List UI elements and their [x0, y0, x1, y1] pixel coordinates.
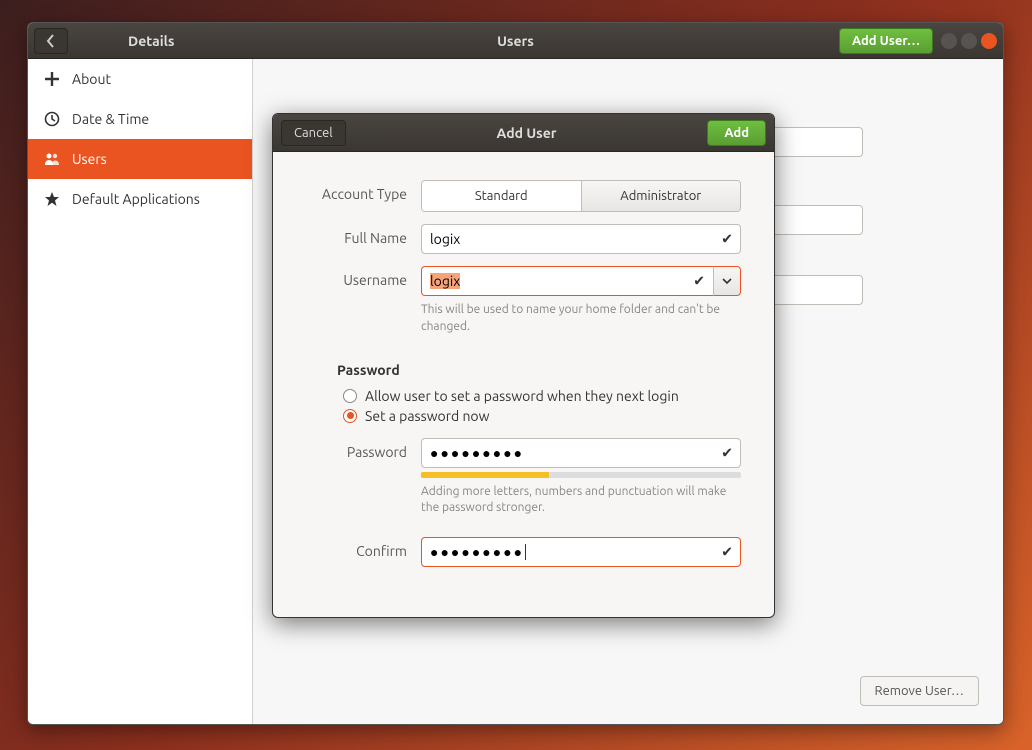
username-dropdown-button[interactable]	[713, 266, 741, 296]
dialog-header: Cancel Add User Add	[273, 114, 774, 152]
remove-user-button[interactable]: Remove User…	[860, 676, 980, 706]
confirm-password-input[interactable]: ●●●●●●●●●	[421, 537, 741, 567]
sidebar-item-about[interactable]: About	[28, 59, 252, 99]
text-cursor	[525, 544, 526, 560]
account-type-toggle: Standard Administrator	[421, 180, 741, 212]
add-button[interactable]: Add	[707, 120, 766, 146]
star-icon	[44, 191, 60, 207]
username-label: Username	[301, 266, 421, 288]
username-input[interactable]: logix	[421, 266, 713, 296]
sidebar-item-date-time[interactable]: Date & Time	[28, 99, 252, 139]
full-name-input[interactable]	[421, 224, 741, 254]
password-note: Adding more letters, numbers and punctua…	[421, 484, 741, 518]
header-title-left: Details	[128, 33, 174, 49]
back-button[interactable]	[34, 28, 68, 54]
radio-label: Set a password now	[365, 408, 489, 424]
account-type-standard[interactable]: Standard	[422, 181, 581, 211]
radio-password-now[interactable]: Set a password now	[343, 408, 746, 424]
username-combo: logix ✔	[421, 266, 741, 296]
cancel-button[interactable]: Cancel	[281, 120, 346, 146]
close-icon[interactable]	[981, 33, 997, 49]
chevron-down-icon	[722, 276, 732, 286]
users-icon	[44, 151, 60, 167]
dialog-title: Add User	[497, 125, 557, 141]
password-strength-bar	[421, 472, 741, 478]
account-type-label: Account Type	[301, 180, 421, 202]
sidebar-item-default-apps[interactable]: Default Applications	[28, 179, 252, 219]
check-icon: ✔	[693, 273, 705, 290]
add-user-header-button[interactable]: Add User…	[839, 28, 933, 54]
account-type-admin[interactable]: Administrator	[581, 181, 741, 211]
sidebar-item-users[interactable]: Users	[28, 139, 252, 179]
minimize-icon[interactable]	[941, 33, 957, 49]
add-user-dialog: Cancel Add User Add Account Type Standar…	[272, 113, 775, 618]
clock-icon	[44, 111, 60, 127]
sidebar-item-label: About	[72, 71, 111, 87]
check-icon: ✔	[721, 231, 733, 248]
check-icon: ✔	[721, 444, 733, 461]
window-controls	[941, 33, 997, 49]
full-name-label: Full Name	[301, 224, 421, 246]
check-icon: ✔	[721, 544, 733, 561]
confirm-label: Confirm	[301, 537, 421, 559]
header-title-center: Users	[497, 33, 534, 49]
radio-password-later[interactable]: Allow user to set a password when they n…	[343, 388, 746, 404]
sidebar: About Date & Time Users Default Applicat…	[28, 59, 253, 724]
password-strength-fill	[421, 472, 549, 478]
settings-header: Details Users Add User…	[28, 23, 1003, 59]
radio-icon	[343, 409, 357, 423]
sidebar-item-label: Date & Time	[72, 111, 149, 127]
sidebar-item-label: Default Applications	[72, 191, 200, 207]
radio-label: Allow user to set a password when they n…	[365, 388, 679, 404]
maximize-icon[interactable]	[961, 33, 977, 49]
radio-icon	[343, 389, 357, 403]
sidebar-item-label: Users	[72, 151, 107, 167]
password-label: Password	[301, 438, 421, 460]
plus-icon	[44, 71, 60, 87]
chevron-left-icon	[46, 34, 56, 48]
username-note: This will be used to name your home fold…	[421, 302, 741, 336]
password-input[interactable]: ●●●●●●●●●	[421, 438, 741, 468]
password-section-title: Password	[337, 362, 746, 378]
